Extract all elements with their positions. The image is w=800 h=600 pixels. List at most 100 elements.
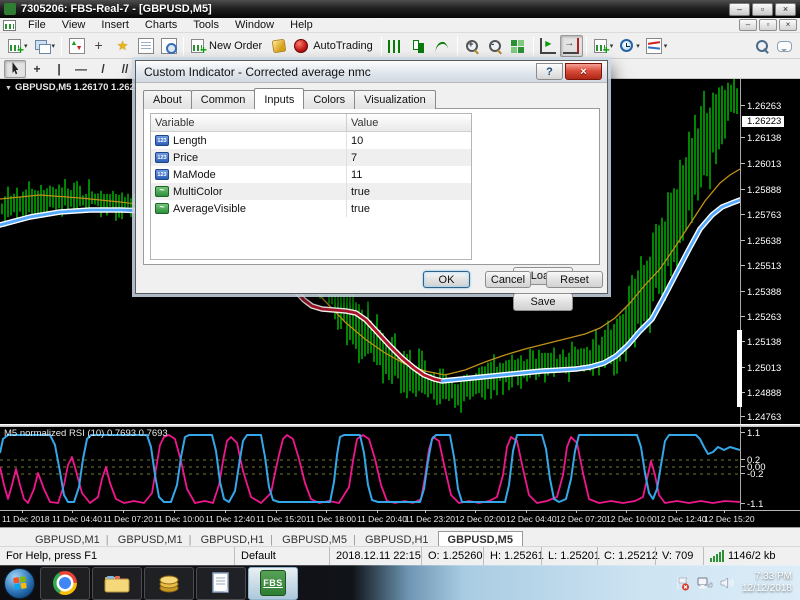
candlestick-button[interactable]	[408, 35, 431, 57]
fbs-terminal-icon: FBS	[260, 570, 286, 596]
templates-icon	[645, 37, 662, 54]
parameter-value[interactable]: true	[347, 186, 471, 198]
menu-file[interactable]: File	[20, 18, 54, 32]
navigator-button[interactable]: ★	[111, 35, 134, 57]
mdi-close-button[interactable]: ×	[779, 19, 797, 31]
taskbar-explorer-button[interactable]	[92, 566, 142, 600]
search-button[interactable]	[750, 35, 773, 57]
rsi-chart[interactable]	[0, 427, 741, 510]
speaker-icon[interactable]	[720, 576, 735, 590]
zoom-in-button[interactable]: +	[461, 35, 484, 57]
trendline-button[interactable]: /	[92, 60, 114, 78]
time-axis-label: 11 Dec 20:40	[357, 510, 407, 524]
close-button[interactable]: ×	[775, 2, 796, 16]
mdi-restore-button[interactable]: ▫	[759, 19, 777, 31]
cancel-button[interactable]: Cancel	[485, 271, 531, 288]
taskbar-notepad-button[interactable]	[196, 566, 246, 600]
taskbar-clock[interactable]: 7:33 PM 12/12/2018	[742, 571, 792, 595]
column-header-value[interactable]: Value	[347, 117, 471, 129]
chart-system-icon[interactable]	[3, 19, 16, 31]
auto-scroll-button[interactable]	[537, 35, 560, 57]
window-titlebar[interactable]: 7305206: FBS-Real-7 - [GBPUSD,M5] – ▫ ×	[0, 0, 800, 18]
feedback-button[interactable]	[773, 35, 796, 57]
status-profile[interactable]: Default	[234, 547, 329, 565]
periods-button[interactable]: ▾	[616, 35, 643, 57]
cursor-button[interactable]	[4, 59, 26, 78]
reset-button[interactable]: Reset	[546, 271, 603, 288]
tile-windows-button[interactable]	[507, 35, 530, 57]
dialog-tab[interactable]: Visualization	[354, 90, 436, 109]
crosshair-button[interactable]: +	[26, 60, 48, 78]
menu-help[interactable]: Help	[282, 18, 321, 32]
data-window-button[interactable]	[88, 35, 111, 57]
maximize-button[interactable]: ▫	[752, 2, 773, 16]
rsi-subwindow[interactable]: M5 normalized RSI (10) 0.7693 0.7693	[0, 427, 741, 510]
taskbar-fbs-button[interactable]: FBS	[248, 566, 298, 600]
parameter-name: Price	[173, 151, 199, 164]
templates-button[interactable]: ▾	[643, 35, 671, 57]
chart-dropdown-icon[interactable]: ▼	[5, 85, 12, 92]
new-chart-button[interactable]: ▾	[4, 35, 31, 57]
parameters-table[interactable]: Variable Value Length 10 Price 7 MaMode …	[150, 113, 472, 260]
start-button[interactable]	[4, 567, 35, 599]
dialog-help-button[interactable]: ?	[536, 63, 563, 80]
table-row[interactable]: MaMode 11	[151, 166, 471, 183]
clock-date: 12/12/2018	[741, 583, 792, 594]
axis-scroll-thumb[interactable]	[737, 330, 742, 407]
custom-indicator-dialog[interactable]: Custom Indicator - Corrected average nmc…	[135, 60, 608, 311]
menu-charts[interactable]: Charts	[137, 18, 185, 32]
dialog-tab[interactable]: Inputs	[254, 88, 305, 109]
chart-shift-button[interactable]	[559, 34, 583, 57]
menu-window[interactable]: Window	[227, 18, 282, 32]
chevron-down-icon: ▾	[51, 42, 56, 50]
new-order-button[interactable]: New Order	[187, 35, 267, 57]
time-axis[interactable]: 11 Dec 2018 11 Dec 04:40 11 Dec 07:20 11 De…	[0, 510, 800, 527]
ok-button[interactable]: OK	[423, 271, 470, 288]
parameter-value[interactable]: 7	[347, 152, 471, 164]
price-axis[interactable]: 1.26263 1.26138 1.26013 1.25888 1.25763 1.256…	[737, 79, 800, 510]
mdi-minimize-button[interactable]: –	[739, 19, 757, 31]
strategy-tester-button[interactable]	[157, 35, 180, 57]
price-axis-label: 1.25138	[740, 337, 782, 348]
profiles-button[interactable]: ▾	[31, 35, 59, 57]
menu-insert[interactable]: Insert	[93, 18, 137, 32]
menu-tools[interactable]: Tools	[185, 18, 227, 32]
terminal-button[interactable]	[134, 35, 157, 57]
line-chart-button[interactable]	[431, 35, 454, 57]
taskbar-gold-app-button[interactable]	[144, 566, 194, 600]
network-icon[interactable]	[697, 576, 713, 590]
table-row[interactable]: AverageVisible true	[151, 200, 471, 217]
autotrading-button[interactable]: AutoTrading	[290, 35, 378, 57]
save-button[interactable]: Save	[513, 293, 573, 311]
action-center-flag-icon[interactable]	[675, 576, 690, 591]
dialog-tab[interactable]: Colors	[303, 90, 356, 109]
horizontal-line-button[interactable]: —	[70, 60, 92, 78]
parameter-name: Length	[173, 134, 207, 147]
table-row[interactable]: MultiColor true	[151, 183, 471, 200]
vertical-line-button[interactable]: |	[48, 60, 70, 78]
panel-splitter[interactable]	[0, 424, 800, 427]
price-axis-label: 1.25513	[740, 261, 782, 272]
channel-button[interactable]: //	[114, 60, 136, 78]
parameter-value[interactable]: 10	[347, 135, 471, 147]
metaeditor-button[interactable]	[267, 35, 290, 57]
clock-icon	[620, 39, 634, 52]
minimize-button[interactable]: –	[729, 2, 750, 16]
parameter-value[interactable]: true	[347, 203, 471, 215]
parameter-value[interactable]: 11	[347, 169, 471, 181]
toolbar-separator	[585, 35, 587, 56]
column-header-variable[interactable]: Variable	[151, 114, 347, 131]
status-high: H: 1.25261	[483, 547, 544, 565]
market-watch-button[interactable]	[65, 35, 88, 57]
dialog-tab[interactable]: About	[143, 90, 192, 109]
menu-view[interactable]: View	[54, 18, 94, 32]
dialog-close-button[interactable]: ×	[565, 63, 602, 80]
indicators-button[interactable]: ▾	[590, 35, 617, 57]
table-row[interactable]: Length 10	[151, 132, 471, 149]
dialog-tab[interactable]: Common	[190, 90, 256, 109]
taskbar-chrome-button[interactable]	[40, 566, 90, 600]
table-row[interactable]: Price 7	[151, 149, 471, 166]
bar-chart-button[interactable]	[385, 35, 408, 57]
crosshair-icon	[92, 37, 108, 54]
zoom-out-button[interactable]: -	[484, 35, 507, 57]
